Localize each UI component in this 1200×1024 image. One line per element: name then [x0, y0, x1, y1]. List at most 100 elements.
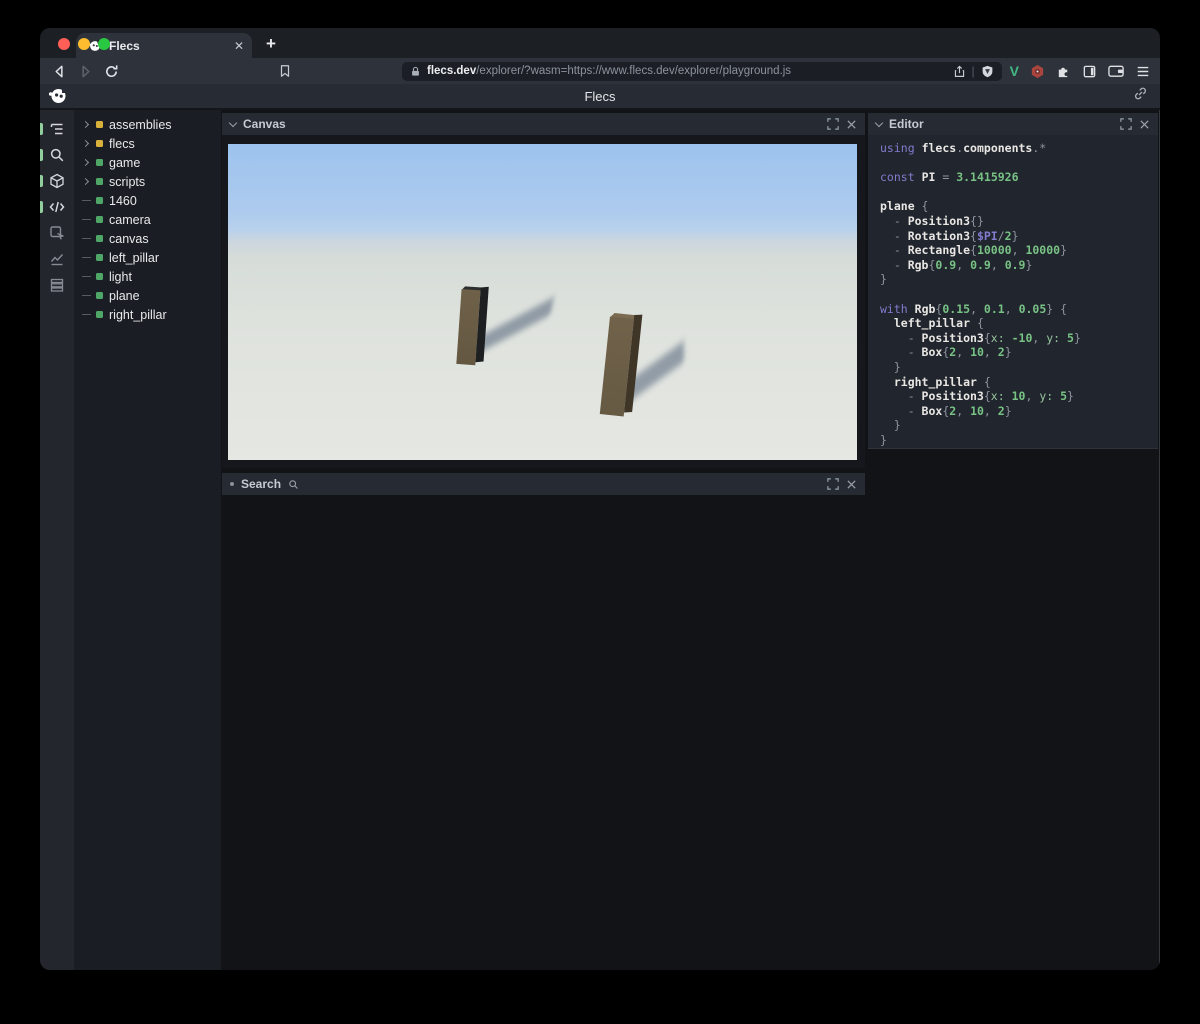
tree-item[interactable]: plane [74, 286, 221, 305]
editor-column: Editor using flecs.components.* const PI… [868, 113, 1158, 449]
active-indicator [40, 201, 43, 213]
tab-title: Flecs [109, 38, 140, 53]
tree-expand-marker[interactable] [81, 177, 96, 186]
inspect-icon[interactable] [40, 220, 74, 246]
url-path: /explorer/?wasm=https://www.flecs.dev/ex… [476, 65, 792, 77]
canvas-panel-body [222, 135, 865, 468]
fullscreen-icon[interactable] [1120, 118, 1132, 130]
entity-dot [96, 121, 103, 128]
tree-item[interactable]: scripts [74, 172, 221, 191]
new-tab-button[interactable]: + [266, 34, 276, 54]
reload-icon[interactable] [102, 62, 120, 80]
browser-window: Flecs ✕ + flecs.dev/explorer/?wasm=https… [40, 28, 1160, 970]
close-window-button[interactable] [58, 38, 70, 50]
entity-dot [96, 216, 103, 223]
tree-item[interactable]: assemblies [74, 115, 221, 134]
entity-dot [96, 273, 103, 280]
3d-viewport[interactable] [228, 144, 857, 460]
chart-icon[interactable] [40, 246, 74, 272]
code-editor[interactable]: using flecs.components.* const PI = 3.14… [868, 135, 1158, 449]
page-title: Flecs [584, 88, 616, 104]
tree-item[interactable]: camera [74, 210, 221, 229]
zoom-window-button[interactable] [98, 38, 110, 50]
tab-close-icon[interactable]: ✕ [234, 39, 244, 53]
browser-toolbar: flecs.dev/explorer/?wasm=https://www.fle… [40, 58, 1160, 84]
minimize-window-button[interactable] [78, 38, 90, 50]
tree-expand-marker[interactable] [82, 276, 96, 277]
tree-item-label: scripts [109, 174, 146, 189]
url-bar[interactable]: flecs.dev/explorer/?wasm=https://www.fle… [402, 61, 1002, 81]
browser-tab-strip: Flecs ✕ + [40, 28, 1160, 58]
tree-item[interactable]: light [74, 267, 221, 286]
wallet-icon[interactable] [1108, 64, 1125, 78]
sidebar-panel-icon[interactable] [1082, 64, 1097, 79]
brave-shield-icon[interactable] [981, 65, 994, 78]
menu-icon[interactable] [1136, 65, 1150, 78]
fullscreen-icon[interactable] [827, 118, 839, 130]
tree-item[interactable]: flecs [74, 134, 221, 153]
chevron-down-icon[interactable] [874, 118, 884, 127]
tree-item[interactable]: right_pillar [74, 305, 221, 324]
cube-icon[interactable] [40, 168, 74, 194]
tree-expand-marker[interactable] [82, 314, 96, 315]
entity-dot [96, 178, 103, 185]
tree-expand-marker[interactable] [82, 257, 96, 258]
url-host: flecs.dev [427, 65, 477, 77]
tree-item-label: canvas [109, 231, 149, 246]
canvas-panel-title: Canvas [243, 117, 286, 131]
entity-dot [96, 197, 103, 204]
canvas-panel-header: Canvas [222, 113, 865, 135]
tool-sidebar [40, 110, 74, 970]
tree-item-label: right_pillar [109, 307, 167, 322]
toolbar-separator: | [971, 64, 975, 78]
tree-item-label: assemblies [109, 117, 172, 132]
tree-expand-marker[interactable] [81, 120, 96, 129]
entity-tree: assemblies flecs game scripts 1460 camer… [74, 110, 221, 970]
lock-icon [412, 66, 419, 76]
tree-item-label: left_pillar [109, 250, 160, 265]
search-icon[interactable] [40, 142, 74, 168]
close-icon[interactable] [846, 119, 857, 130]
tree-item[interactable]: game [74, 153, 221, 172]
puzzle-extensions-icon[interactable] [1056, 64, 1071, 79]
tree-expand-marker[interactable] [82, 200, 96, 201]
tree-expand-marker[interactable] [81, 158, 96, 167]
code-icon[interactable] [40, 194, 74, 220]
tree-item[interactable]: 1460 [74, 191, 221, 210]
bookmark-icon[interactable] [276, 62, 294, 80]
tree-icon[interactable] [40, 116, 74, 142]
close-icon[interactable] [846, 479, 857, 490]
tree-item[interactable]: left_pillar [74, 248, 221, 267]
back-icon[interactable] [50, 62, 68, 80]
tree-item-label: plane [109, 288, 140, 303]
left-pillar-object [456, 285, 490, 367]
tree-expand-marker[interactable] [82, 295, 96, 296]
window-controls[interactable] [58, 38, 110, 50]
vue-devtools-icon[interactable]: V [1010, 63, 1019, 79]
collapsed-marker-icon[interactable] [230, 482, 234, 486]
right-pillar-object [599, 312, 645, 419]
toolbar-extensions: V [1010, 63, 1150, 79]
chevron-down-icon[interactable] [228, 118, 238, 127]
tree-expand-marker[interactable] [82, 238, 96, 239]
extension-hexagon-icon[interactable] [1030, 64, 1045, 79]
close-icon[interactable] [1139, 119, 1150, 130]
url-text: flecs.dev/explorer/?wasm=https://www.fle… [427, 65, 947, 77]
active-indicator [40, 149, 43, 161]
tree-item-label: camera [109, 212, 151, 227]
editor-panel-header: Editor [868, 113, 1158, 135]
entity-dot [96, 235, 103, 242]
tree-expand-marker[interactable] [81, 139, 96, 148]
rows-icon[interactable] [40, 272, 74, 298]
main-area: Canvas Search Editor using flecs.compone… [221, 110, 1160, 970]
share-icon[interactable] [953, 65, 966, 78]
app-header: Flecs [40, 84, 1160, 110]
forward-icon[interactable] [76, 62, 94, 80]
tree-item-label: light [109, 269, 132, 284]
tree-item[interactable]: canvas [74, 229, 221, 248]
tree-expand-marker[interactable] [82, 219, 96, 220]
fullscreen-icon[interactable] [827, 478, 839, 490]
search-panel-header: Search [222, 473, 865, 495]
tree-item-label: 1460 [109, 193, 137, 208]
entity-dot [96, 292, 103, 299]
